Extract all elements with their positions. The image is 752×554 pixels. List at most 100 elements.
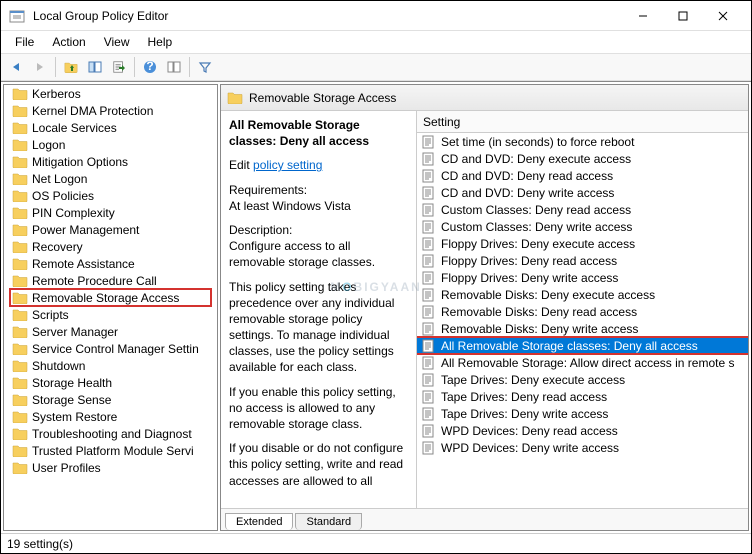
tree-item[interactable]: Power Management [4, 221, 217, 238]
requirements-label: Requirements: [229, 183, 307, 197]
tree-item[interactable]: Kerberos [4, 85, 217, 102]
tree-item[interactable]: PIN Complexity [4, 204, 217, 221]
edit-policy-link[interactable]: policy setting [253, 158, 322, 172]
tree-item[interactable]: Storage Health [4, 374, 217, 391]
view-tabs: Extended Standard [221, 508, 748, 530]
description-panel: All Removable Storage classes: Deny all … [221, 111, 416, 508]
policy-icon [421, 305, 437, 319]
tab-extended[interactable]: Extended [225, 513, 293, 530]
forward-button[interactable] [29, 56, 51, 78]
folder-icon [12, 444, 28, 457]
tree-pane[interactable]: KerberosKernel DMA ProtectionLocale Serv… [3, 84, 218, 531]
help-button[interactable]: ? [139, 56, 161, 78]
setting-label: Removable Disks: Deny write access [441, 322, 638, 336]
app-icon [9, 8, 25, 24]
minimize-button[interactable] [623, 2, 663, 30]
back-button[interactable] [5, 56, 27, 78]
setting-row[interactable]: Floppy Drives: Deny read access [417, 252, 748, 269]
up-button[interactable] [60, 56, 82, 78]
setting-row[interactable]: CD and DVD: Deny read access [417, 167, 748, 184]
close-button[interactable] [703, 2, 743, 30]
tree-item[interactable]: System Restore [4, 408, 217, 425]
tree-item[interactable]: Trusted Platform Module Servi [4, 442, 217, 459]
setting-label: All Removable Storage: Allow direct acce… [441, 356, 734, 370]
setting-label: CD and DVD: Deny write access [441, 186, 614, 200]
description-value: Configure access to all removable storag… [229, 239, 375, 269]
policy-icon [421, 220, 437, 234]
menu-action[interactable]: Action [44, 33, 93, 51]
tree-item[interactable]: Net Logon [4, 170, 217, 187]
setting-row[interactable]: Removable Disks: Deny write access [417, 320, 748, 337]
tree-item[interactable]: Service Control Manager Settin [4, 340, 217, 357]
svg-text:?: ? [146, 60, 153, 73]
tree-item[interactable]: User Profiles [4, 459, 217, 476]
setting-label: Tape Drives: Deny execute access [441, 373, 625, 387]
folder-icon [12, 121, 28, 134]
tree-item-label: Removable Storage Access [32, 291, 179, 305]
tree-item[interactable]: OS Policies [4, 187, 217, 204]
export-list-button[interactable] [108, 56, 130, 78]
setting-row[interactable]: Removable Disks: Deny read access [417, 303, 748, 320]
setting-row[interactable]: Custom Classes: Deny read access [417, 201, 748, 218]
setting-row[interactable]: Set time (in seconds) to force reboot [417, 133, 748, 150]
setting-row[interactable]: CD and DVD: Deny execute access [417, 150, 748, 167]
folder-icon [12, 325, 28, 338]
setting-label: Custom Classes: Deny write access [441, 220, 632, 234]
tree-item[interactable]: Scripts [4, 306, 217, 323]
menu-view[interactable]: View [96, 33, 138, 51]
maximize-button[interactable] [663, 2, 703, 30]
properties-button[interactable] [163, 56, 185, 78]
tree-item[interactable]: Locale Services [4, 119, 217, 136]
folder-icon [12, 172, 28, 185]
policy-icon [421, 356, 437, 370]
setting-row[interactable]: All Removable Storage: Allow direct acce… [417, 354, 748, 371]
policy-icon [421, 424, 437, 438]
setting-label: WPD Devices: Deny write access [441, 441, 619, 455]
setting-row[interactable]: Removable Disks: Deny execute access [417, 286, 748, 303]
tree-item[interactable]: Remote Procedure Call [4, 272, 217, 289]
setting-row[interactable]: WPD Devices: Deny write access [417, 439, 748, 456]
tree-item[interactable]: Logon [4, 136, 217, 153]
tree-item[interactable]: Troubleshooting and Diagnost [4, 425, 217, 442]
show-hide-tree-button[interactable] [84, 56, 106, 78]
policy-icon [421, 322, 437, 336]
column-header-setting[interactable]: Setting [417, 111, 748, 133]
tree-item[interactable]: Recovery [4, 238, 217, 255]
policy-icon [421, 339, 437, 353]
status-bar: 19 setting(s) [1, 533, 751, 553]
folder-icon [12, 189, 28, 202]
setting-row[interactable]: Tape Drives: Deny execute access [417, 371, 748, 388]
setting-row[interactable]: Tape Drives: Deny write access [417, 405, 748, 422]
tab-standard[interactable]: Standard [295, 513, 362, 530]
tree-item[interactable]: Remote Assistance [4, 255, 217, 272]
setting-row[interactable]: Custom Classes: Deny write access [417, 218, 748, 235]
tree-item[interactable]: Shutdown [4, 357, 217, 374]
description-para2: If you enable this policy setting, no ac… [229, 384, 408, 433]
tree-item-label: PIN Complexity [32, 206, 115, 220]
setting-label: CD and DVD: Deny execute access [441, 152, 631, 166]
tree-item[interactable]: Server Manager [4, 323, 217, 340]
tree-item-label: Trusted Platform Module Servi [32, 444, 194, 458]
policy-icon [421, 135, 437, 149]
menu-file[interactable]: File [7, 33, 42, 51]
tree-item[interactable]: Storage Sense [4, 391, 217, 408]
filter-button[interactable] [194, 56, 216, 78]
setting-row[interactable]: All Removable Storage classes: Deny all … [417, 337, 748, 354]
tree-item-label: Net Logon [32, 172, 87, 186]
details-header: Removable Storage Access [221, 85, 748, 111]
window-title: Local Group Policy Editor [33, 9, 623, 23]
policy-icon [421, 373, 437, 387]
setting-row[interactable]: Tape Drives: Deny read access [417, 388, 748, 405]
folder-icon [12, 223, 28, 236]
tree-item-label: Storage Sense [32, 393, 111, 407]
setting-row[interactable]: WPD Devices: Deny read access [417, 422, 748, 439]
setting-row[interactable]: Floppy Drives: Deny execute access [417, 235, 748, 252]
toolbar: ? [1, 53, 751, 81]
tree-item[interactable]: Kernel DMA Protection [4, 102, 217, 119]
menu-help[interactable]: Help [140, 33, 181, 51]
tree-item[interactable]: Removable Storage Access [4, 289, 217, 306]
setting-row[interactable]: Floppy Drives: Deny write access [417, 269, 748, 286]
folder-icon [12, 342, 28, 355]
setting-row[interactable]: CD and DVD: Deny write access [417, 184, 748, 201]
tree-item[interactable]: Mitigation Options [4, 153, 217, 170]
